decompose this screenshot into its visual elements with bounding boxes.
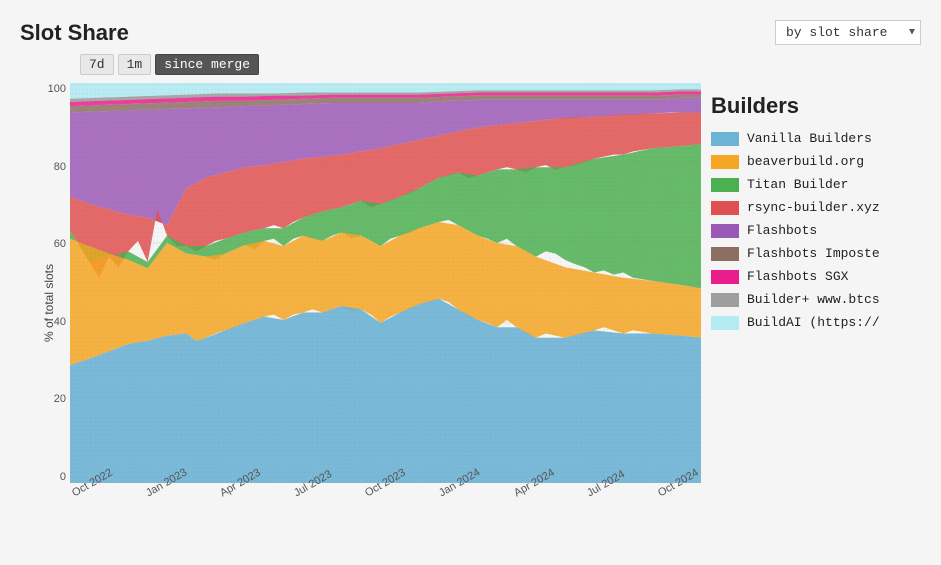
- legend-color-builderplus: [711, 293, 739, 307]
- chart-wrapper: % of total slots 100 80 60 40 20 0: [20, 83, 701, 523]
- time-btn-7d[interactable]: 7d: [80, 54, 114, 75]
- sort-dropdown[interactable]: by slot share by block count by revenue: [775, 20, 921, 45]
- y-tick-20: 20: [54, 393, 66, 405]
- legend-label-rsync: rsync-builder.xyz: [747, 200, 880, 215]
- x-axis-labels: Oct 2022 Jan 2023 Apr 2023 Jul 2023 Oct …: [70, 485, 701, 523]
- chart-svg: [70, 83, 701, 483]
- legend-color-flashbots-sgx: [711, 270, 739, 284]
- legend-color-flashbots-imp: [711, 247, 739, 261]
- y-axis-ticks: 100 80 60 40 20 0: [30, 83, 70, 483]
- time-btn-1m[interactable]: 1m: [118, 54, 152, 75]
- legend-label-flashbots-sgx: Flashbots SGX: [747, 269, 848, 284]
- legend-color-flashbots: [711, 224, 739, 238]
- y-tick-0: 0: [60, 471, 66, 483]
- legend-label-flashbots-imp: Flashbots Imposte: [747, 246, 880, 261]
- legend-item-beaver: beaverbuild.org: [711, 154, 931, 169]
- legend-title: Builders: [711, 93, 931, 119]
- legend-item-titan: Titan Builder: [711, 177, 931, 192]
- legend-color-titan: [711, 178, 739, 192]
- chart-area: % of total slots 100 80 60 40 20 0: [20, 83, 931, 523]
- y-tick-40: 40: [54, 316, 66, 328]
- legend-color-rsync: [711, 201, 739, 215]
- legend-label-builderplus: Builder+ www.btcs: [747, 292, 880, 307]
- y-tick-100: 100: [48, 83, 66, 95]
- legend-color-buildai: [711, 316, 739, 330]
- legend-item-buildai: BuildAI (https://: [711, 315, 931, 330]
- legend-item-flashbots-sgx: Flashbots SGX: [711, 269, 931, 284]
- sort-dropdown-wrapper: by slot share by block count by revenue: [775, 20, 921, 45]
- legend-label-buildai: BuildAI (https://: [747, 315, 880, 330]
- legend: Builders Vanilla Builders beaverbuild.or…: [711, 83, 931, 523]
- legend-item-vanilla: Vanilla Builders: [711, 131, 931, 146]
- legend-label-vanilla: Vanilla Builders: [747, 131, 872, 146]
- legend-item-builderplus: Builder+ www.btcs: [711, 292, 931, 307]
- legend-label-beaver: beaverbuild.org: [747, 154, 864, 169]
- legend-label-flashbots: Flashbots: [747, 223, 817, 238]
- stacked-area-chart: [70, 83, 701, 483]
- legend-color-vanilla: [711, 132, 739, 146]
- sort-select[interactable]: by slot share by block count by revenue: [775, 20, 921, 45]
- time-btn-since-merge[interactable]: since merge: [155, 54, 259, 75]
- main-container: Slot Share by slot share by block count …: [0, 0, 941, 565]
- legend-item-flashbots: Flashbots: [711, 223, 931, 238]
- time-filter-buttons: 7d 1m since merge: [80, 54, 931, 75]
- legend-label-titan: Titan Builder: [747, 177, 848, 192]
- y-tick-80: 80: [54, 161, 66, 173]
- y-tick-60: 60: [54, 238, 66, 250]
- legend-item-flashbots-imp: Flashbots Imposte: [711, 246, 931, 261]
- legend-item-rsync: rsync-builder.xyz: [711, 200, 931, 215]
- legend-color-beaver: [711, 155, 739, 169]
